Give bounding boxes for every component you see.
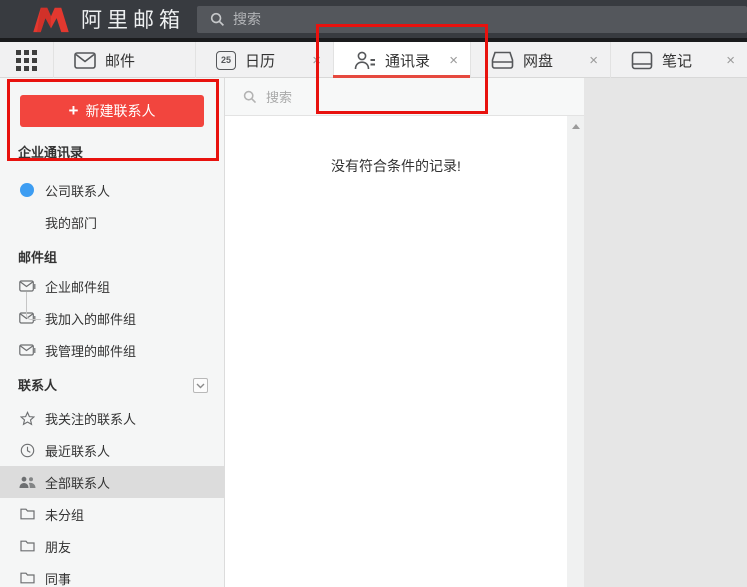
app-launcher-button[interactable]: [0, 42, 53, 78]
sidebar-item-company-contacts[interactable]: 公司联系人: [0, 174, 224, 206]
grid-icon: [16, 50, 37, 71]
section-header-contacts: 联系人: [0, 374, 224, 398]
right-empty-area: [584, 78, 747, 587]
contacts-list-panel: 搜索 没有符合条件的记录!: [225, 78, 584, 587]
contacts-search-placeholder: 搜索: [266, 87, 292, 106]
m-logo-icon: [30, 5, 72, 33]
mail-group-icon: [18, 344, 36, 357]
tab-notes-label: 笔记: [662, 50, 692, 71]
scrollbar[interactable]: [567, 116, 584, 587]
sidebar-item-managed-mail-groups[interactable]: 我管理的邮件组: [0, 334, 224, 366]
clock-icon: [18, 443, 36, 458]
people-icon: [18, 476, 36, 489]
tab-calendar-label: 日历: [245, 50, 275, 71]
star-icon: [18, 411, 36, 426]
notes-icon: [631, 51, 653, 70]
drive-icon: [491, 51, 514, 70]
sidebar-item-recent-contacts[interactable]: 最近联系人: [0, 434, 224, 466]
blue-dot-icon: [18, 183, 36, 197]
section-header-mail-groups: 邮件组: [0, 246, 224, 270]
chevron-down-box-icon[interactable]: [193, 378, 208, 393]
empty-message: 没有符合条件的记录!: [225, 116, 584, 176]
folder-icon: [18, 540, 36, 552]
tab-mail[interactable]: 邮件: [53, 42, 195, 78]
tab-drive-label: 网盘: [523, 50, 553, 71]
search-icon: [210, 12, 225, 27]
sidebar-item-friends[interactable]: 朋友: [0, 530, 224, 562]
tab-drive[interactable]: 网盘 ×: [470, 42, 610, 78]
scroll-up-icon[interactable]: [572, 124, 580, 129]
close-icon[interactable]: ×: [589, 53, 598, 68]
calendar-icon: 25: [216, 51, 236, 70]
sidebar-item-all-contacts[interactable]: 全部联系人: [0, 466, 224, 498]
sidebar-item-colleagues[interactable]: 同事: [0, 562, 224, 587]
annotation-box-new-contact-button: [7, 79, 219, 161]
close-icon[interactable]: ×: [726, 53, 735, 68]
tab-calendar[interactable]: 25 日历 ×: [195, 42, 333, 78]
search-icon: [243, 90, 257, 104]
annotation-box-contacts-tab: [316, 24, 488, 114]
folder-icon: [18, 508, 36, 520]
mail-group-icon: [18, 280, 36, 293]
global-search-placeholder: 搜索: [233, 9, 261, 29]
sidebar-item-starred-contacts[interactable]: 我关注的联系人: [0, 402, 224, 434]
tree-branch-line: [26, 292, 41, 320]
folder-icon: [18, 572, 36, 584]
tab-mail-label: 邮件: [105, 50, 135, 71]
contacts-list-body: 没有符合条件的记录!: [225, 116, 584, 587]
tab-notes[interactable]: 笔记 ×: [610, 42, 747, 78]
sidebar-item-ungrouped[interactable]: 未分组: [0, 498, 224, 530]
alimail-logo: 阿里邮箱: [30, 4, 185, 34]
app-title: 阿里邮箱: [81, 4, 185, 34]
sidebar-item-my-department[interactable]: 我的部门: [0, 206, 224, 238]
mail-icon: [74, 52, 96, 69]
